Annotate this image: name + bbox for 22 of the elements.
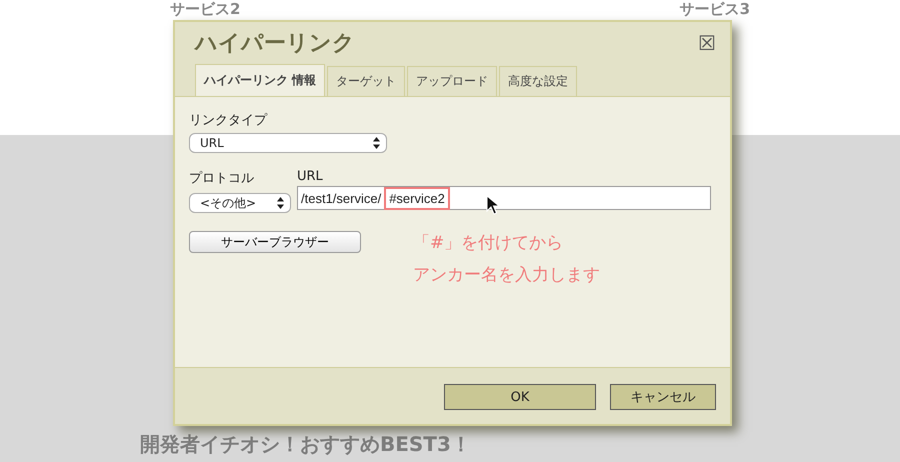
annotation-text: アンカー名を入力します [413,264,600,287]
section-heading: サービス2 [170,0,240,18]
annotation-text: 「#」を付けてから [413,232,564,255]
dialog-title: ハイパーリンク [195,30,355,58]
field-label: プロトコル [189,170,255,187]
tab[interactable]: ターゲット [327,66,406,96]
updown-icon [277,197,284,209]
updown-icon [373,137,380,149]
tab[interactable]: ハイパーリンク 情報 [195,64,326,96]
close-button[interactable]: ☒ [698,30,716,56]
field-label: URL [297,169,324,184]
field-label: リンクタイプ [189,112,268,129]
tab[interactable]: 高度な設定 [499,66,578,96]
section-heading: サービス3 [680,0,750,18]
cursor-icon [486,195,500,215]
cancel-button[interactable]: キャンセル [610,384,716,410]
protocol-select[interactable]: <その他> [189,193,291,213]
tab[interactable]: アップロード [407,66,498,96]
section-heading: 開発者イチオシ！おすすめBEST3！ [139,431,472,458]
ok-button[interactable]: OK [444,384,596,410]
server-browser-button[interactable]: サーバーブラウザー [189,231,361,253]
link-type-select[interactable]: URL [189,133,387,153]
